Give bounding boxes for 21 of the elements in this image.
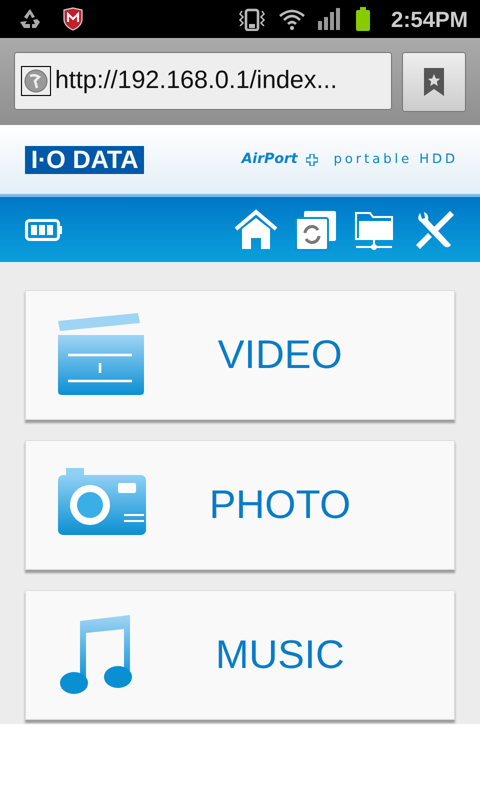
bookmark-icon [424,68,444,96]
vibrate-icon [236,7,267,31]
menu-card[interactable]: MUSIC [25,590,455,720]
menu-card[interactable]: PHOTO [25,440,455,570]
signal-icon [316,7,343,31]
menu-card[interactable]: VIDEO [25,290,455,420]
brand-name: AirPort [242,150,298,169]
globe-icon [21,66,51,96]
url-field[interactable]: http://192.168.0.1/index... [14,52,392,110]
bookmark-button[interactable] [402,52,466,112]
shield-icon [62,7,84,31]
wifi-icon [276,7,307,31]
home-icon[interactable] [234,208,278,250]
battery-icon [25,218,63,240]
recycle-icon [18,8,42,30]
plus-icon [306,154,318,166]
product-name: portable HDD [334,150,458,169]
status-time: 2:54PM [390,6,468,34]
sync-folder-icon[interactable] [294,208,338,250]
logo: I·O DATA [25,146,144,174]
clapperboard-icon [56,313,146,397]
